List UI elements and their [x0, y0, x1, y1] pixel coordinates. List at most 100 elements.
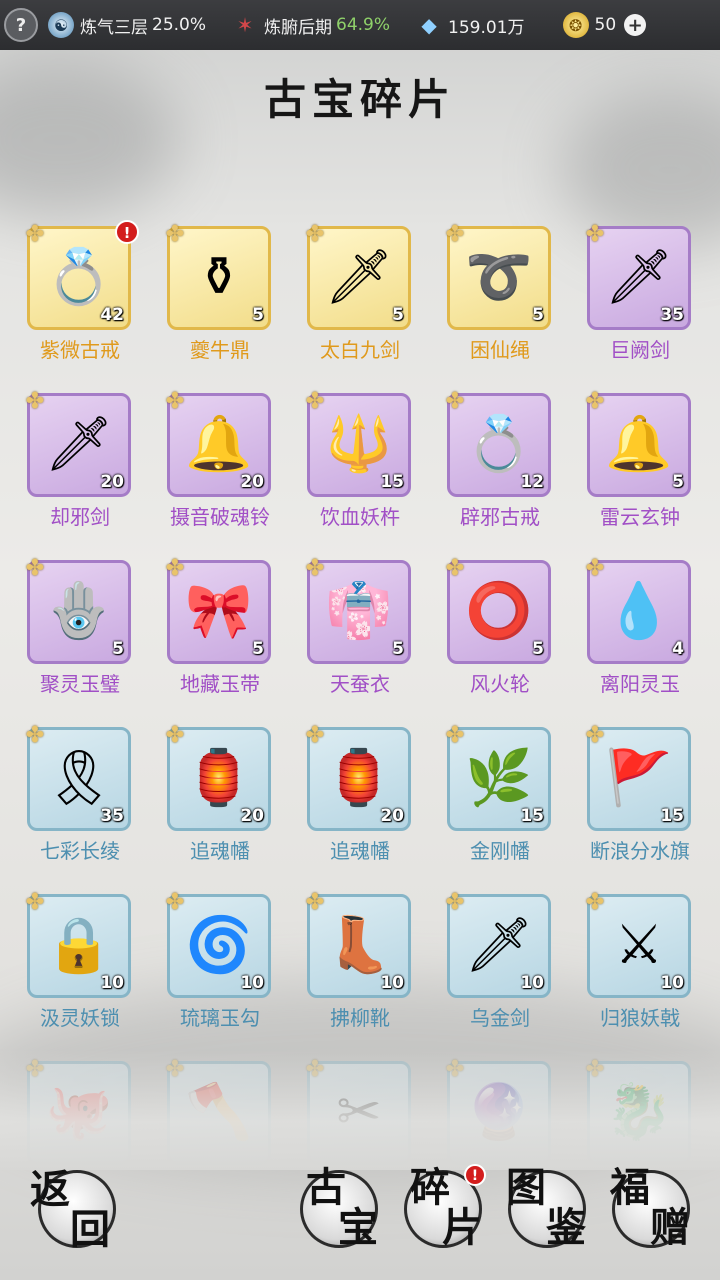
tab-treasure[interactable]: 古 宝 — [298, 1162, 388, 1252]
fragment-item[interactable]: 🌿 15 ✤ 金刚幡 — [442, 723, 582, 890]
fragment-item[interactable]: 🏮 20 ✤ 追魂幡 — [302, 723, 442, 890]
sword-icon: 🗡 — [44, 411, 114, 475]
robe-icon: 👘 — [325, 578, 393, 642]
fragment-count: 10 — [660, 973, 684, 993]
fragment-item[interactable]: 🎗 35 ✤ 七彩长绫 — [22, 723, 162, 890]
puzzle-piece-icon: ✤ — [305, 556, 325, 581]
gold-currency[interactable]: ❂ 50 + — [562, 12, 647, 38]
fragment-item[interactable]: 🗡 5 ✤ 太白九剑 — [302, 222, 442, 389]
puzzle-piece-icon: ✤ — [25, 222, 45, 247]
banner-icon: 🏮 — [325, 745, 393, 809]
cultivation-label: 炼气三层 — [80, 17, 148, 38]
sword-icon: 🗡 — [604, 244, 674, 308]
fragment-item[interactable]: 💍 42 ✤! 紫微古戒 — [22, 220, 162, 389]
fragment-item[interactable]: 🗡 10 ✤ 乌金剑 — [442, 890, 582, 1057]
fragment-item[interactable]: 🏮 20 ✤ 追魂幡 — [162, 723, 302, 890]
puzzle-piece-icon: ✤ — [165, 389, 185, 414]
puzzle-piece-icon: ✤ — [165, 556, 185, 581]
fragment-name: 地藏玉带 — [180, 672, 260, 696]
tab-atlas-label-2: 鉴 — [546, 1204, 586, 1251]
fragment-count: 15 — [660, 806, 684, 826]
alert-badge: ! — [115, 220, 139, 244]
tab-atlas-label-1: 图 — [506, 1164, 546, 1211]
body-level[interactable]: ✶ 炼腑后期 64.9% — [232, 12, 390, 38]
fragment-count: 10 — [520, 973, 544, 993]
fragment-item[interactable]: 🪬 5 ✤ 聚灵玉璧 — [22, 556, 162, 723]
fragment-name: 雷云玄钟 — [600, 505, 680, 529]
fragment-name: 汲灵妖锁 — [40, 1006, 120, 1030]
bell-icon: 🔔 — [185, 411, 253, 475]
puzzle-piece-icon: ✤ — [165, 723, 185, 748]
fragment-name: 摄音破魂铃 — [170, 505, 270, 529]
spirit-stones[interactable]: ◆ 159.01万 — [416, 12, 524, 38]
puzzle-piece-icon: ✤ — [585, 222, 605, 247]
leaf-banner-icon: 🌿 — [465, 745, 533, 809]
fragment-name: 金刚幡 — [470, 839, 530, 863]
sword-icon: 🗡 — [464, 912, 534, 976]
fragment-count: 10 — [240, 973, 264, 993]
fragment-name: 饮血妖杵 — [320, 505, 400, 529]
fragment-name: 追魂幡 — [330, 839, 390, 863]
fragment-item[interactable]: 🗡 35 ✤ 巨阙剑 — [582, 222, 720, 389]
fragment-item[interactable]: ⭕ 5 ✤ 风火轮 — [442, 556, 582, 723]
fragment-count: 35 — [660, 305, 684, 325]
fragment-item[interactable]: 💧 4 ✤ 离阳灵玉 — [582, 556, 720, 723]
lock-icon: 🔒 — [45, 912, 113, 976]
fragment-item[interactable]: 🚩 15 ✤ 断浪分水旗 — [582, 723, 720, 890]
fragment-item[interactable]: 🌀 10 ✤ 琉璃玉勾 — [162, 890, 302, 1057]
back-button[interactable]: 返 回 — [30, 1162, 120, 1252]
tab-atlas[interactable]: 图 鉴 — [506, 1162, 596, 1252]
fragment-item[interactable]: 🗡 20 ✤ 却邪剑 — [22, 389, 162, 556]
puzzle-piece-icon: ✤ — [25, 723, 45, 748]
puzzle-piece-icon: ✤ — [305, 723, 325, 748]
banner-icon: 🏮 — [185, 745, 253, 809]
fragment-item[interactable]: 👢 10 ✤ 拂柳靴 — [302, 890, 442, 1057]
puzzle-piece-icon: ✤ — [25, 890, 45, 915]
puzzle-piece-icon: ✤ — [305, 222, 325, 247]
fragment-item[interactable]: 🎀 5 ✤ 地藏玉带 — [162, 556, 302, 723]
fragment-item[interactable]: 🔱 15 ✤ 饮血妖杵 — [302, 389, 442, 556]
plus-icon[interactable]: + — [624, 14, 647, 36]
fragment-name: 琉璃玉勾 — [180, 1006, 260, 1030]
fragment-count: 15 — [520, 806, 544, 826]
bell-icon: 🔔 — [605, 411, 673, 475]
puzzle-piece-icon: ✤ — [445, 890, 465, 915]
fragment-item[interactable]: ⚱ 5 ✤ 夔牛鼎 — [162, 222, 302, 389]
cultivation-level[interactable]: ☯ 炼气三层 25.0% — [48, 12, 206, 38]
fragment-count: 15 — [380, 472, 404, 492]
fragment-item[interactable]: 🔔 5 ✤ 雷云玄钟 — [582, 389, 720, 556]
gold-ingot-icon: ❂ — [562, 12, 589, 38]
fragment-name: 风火轮 — [470, 672, 530, 696]
puzzle-piece-icon: ✤ — [445, 222, 465, 247]
fragment-item[interactable]: 💍 12 ✤ 辟邪古戒 — [442, 389, 582, 556]
fragment-count: 20 — [100, 472, 124, 492]
fragment-item[interactable]: 🔒 10 ✤ 汲灵妖锁 — [22, 890, 162, 1057]
jade-icon: 💧 — [605, 578, 673, 642]
question-icon[interactable]: ? — [4, 8, 38, 42]
fragment-name: 却邪剑 — [50, 505, 110, 529]
tab-treasure-label-1: 古 — [306, 1164, 346, 1211]
back-label-1: 返 — [30, 1166, 70, 1213]
fragment-name: 归狼妖戟 — [600, 1006, 680, 1030]
fragment-name: 辟邪古戒 — [460, 505, 540, 529]
fragment-count: 20 — [380, 806, 404, 826]
fragment-item[interactable]: 🔔 20 ✤ 摄音破魂铃 — [162, 389, 302, 556]
belt-icon: 🎀 — [185, 578, 253, 642]
puzzle-piece-icon: ✤ — [585, 389, 605, 414]
cauldron-icon: ⚱ — [196, 244, 242, 308]
tab-gift-label-1: 福 — [610, 1164, 650, 1211]
tab-fragments[interactable]: 碎 片 ! — [402, 1162, 492, 1252]
fragment-item[interactable]: ➰ 5 ✤ 困仙绳 — [442, 222, 582, 389]
tab-gift[interactable]: 福 赠 — [610, 1162, 700, 1252]
fragment-count: 20 — [240, 806, 264, 826]
puzzle-piece-icon: ✤ — [25, 556, 45, 581]
tab-treasure-label-2: 宝 — [338, 1204, 378, 1251]
resource-bar: ? ☯ 炼气三层 25.0% ✶ 炼腑后期 64.9% ◆ 159.01万 ❂ … — [0, 0, 720, 50]
fragments-alert-badge: ! — [464, 1164, 486, 1186]
fragment-count: 5 — [392, 305, 404, 325]
taiji-icon: ☯ — [48, 12, 74, 38]
crystal-icon: ◆ — [421, 13, 437, 37]
fragment-item[interactable]: 👘 5 ✤ 天蚕衣 — [302, 556, 442, 723]
fragment-item[interactable]: ⚔ 10 ✤ 归狼妖戟 — [582, 890, 720, 1057]
puzzle-piece-icon: ✤ — [445, 556, 465, 581]
